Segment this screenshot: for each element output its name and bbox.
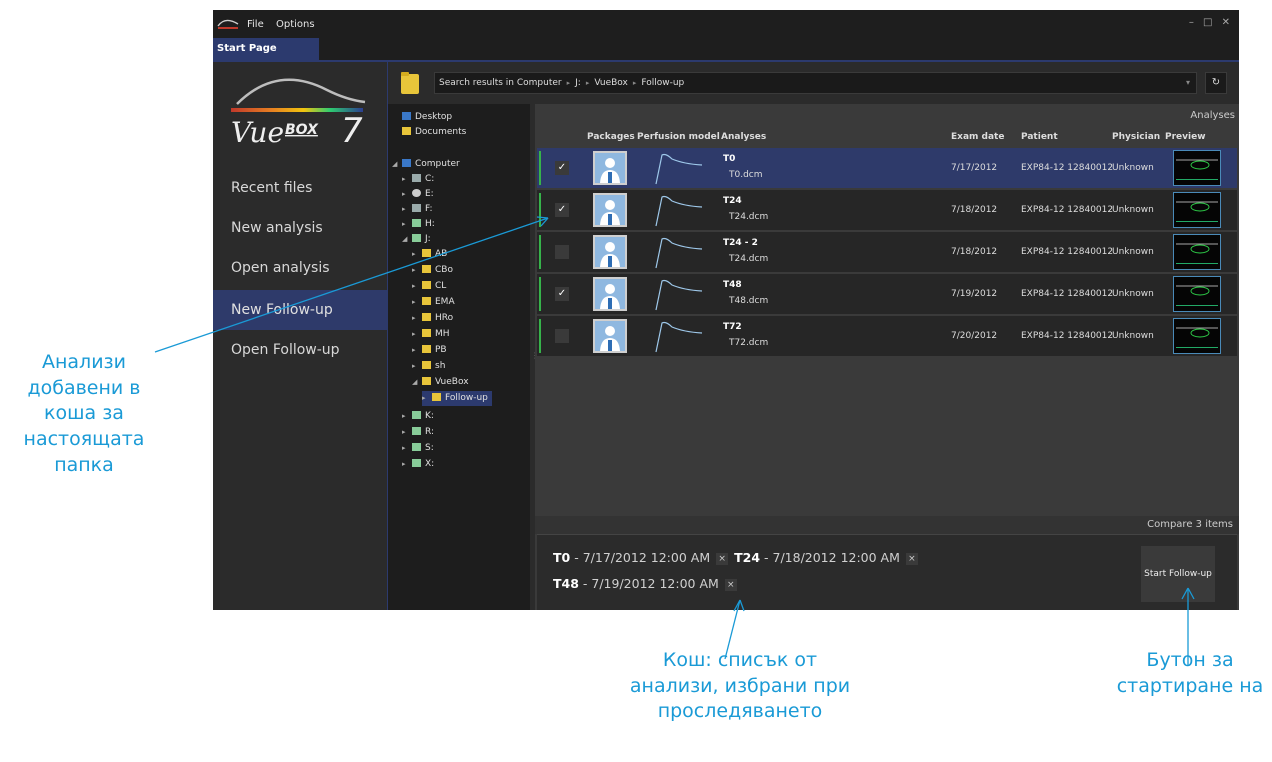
callout-start-button: Бутон за стартиране на	[1116, 649, 1264, 697]
callout-basket-added: Анализи добавени в коша за настоящата папка	[23, 351, 145, 476]
callout-basket: Кош: списък от анализи, избрани при просле…	[629, 649, 851, 723]
